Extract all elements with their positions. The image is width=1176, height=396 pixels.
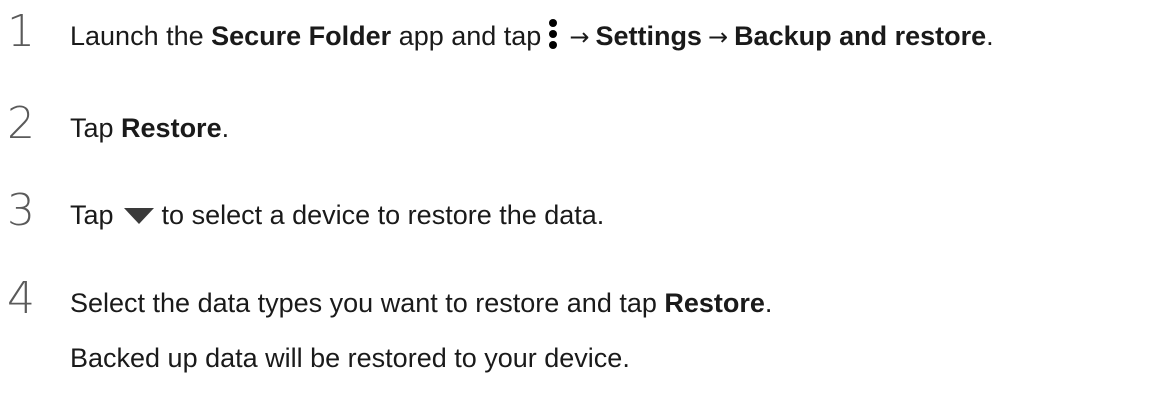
text-segment: to select a device to restore the data. <box>161 200 605 230</box>
arrow-icon: → <box>569 23 590 51</box>
step-number: 4 <box>7 273 35 324</box>
step-text: Launch the Secure Folder app and tap → Set… <box>70 18 994 55</box>
text-segment: Tap <box>70 113 122 143</box>
text-segment: Tap <box>70 200 114 230</box>
more-options-icon <box>549 19 558 49</box>
step-4: 4 Select the data types you want to rest… <box>0 273 1176 333</box>
settings-label: Settings <box>595 21 702 51</box>
step-4-note: Backed up data will be restored to your … <box>70 343 630 373</box>
restore-label: Restore <box>664 288 765 318</box>
app-name: Secure Folder <box>211 21 392 51</box>
step-number: 3 <box>7 185 35 236</box>
arrow-icon: → <box>707 23 729 51</box>
step-3: 3 Tap to select a device to restore the d… <box>0 185 1176 245</box>
text-segment: app and tap <box>391 21 542 51</box>
step-number: 1 <box>7 6 35 57</box>
backup-restore-label: Backup and restore <box>734 21 987 51</box>
text-segment: . <box>986 21 994 51</box>
step-text: Select the data types you want to restor… <box>70 285 772 321</box>
dropdown-triangle-icon <box>123 208 154 224</box>
text-segment: Launch the <box>70 21 212 51</box>
text-segment: . <box>764 288 773 318</box>
step-2: 2 Tap Restore. <box>0 98 1176 158</box>
step-text: Tap Restore. <box>70 110 229 146</box>
restore-label: Restore <box>121 113 222 143</box>
text-segment: Select the data types you want to restor… <box>70 288 665 318</box>
step-text: Tap to select a device to restore the dat… <box>70 197 604 233</box>
step-number: 2 <box>7 98 35 149</box>
step-1: 1 Launch the Secure Folder app and tap → S… <box>0 6 1176 66</box>
text-segment: . <box>221 113 230 143</box>
